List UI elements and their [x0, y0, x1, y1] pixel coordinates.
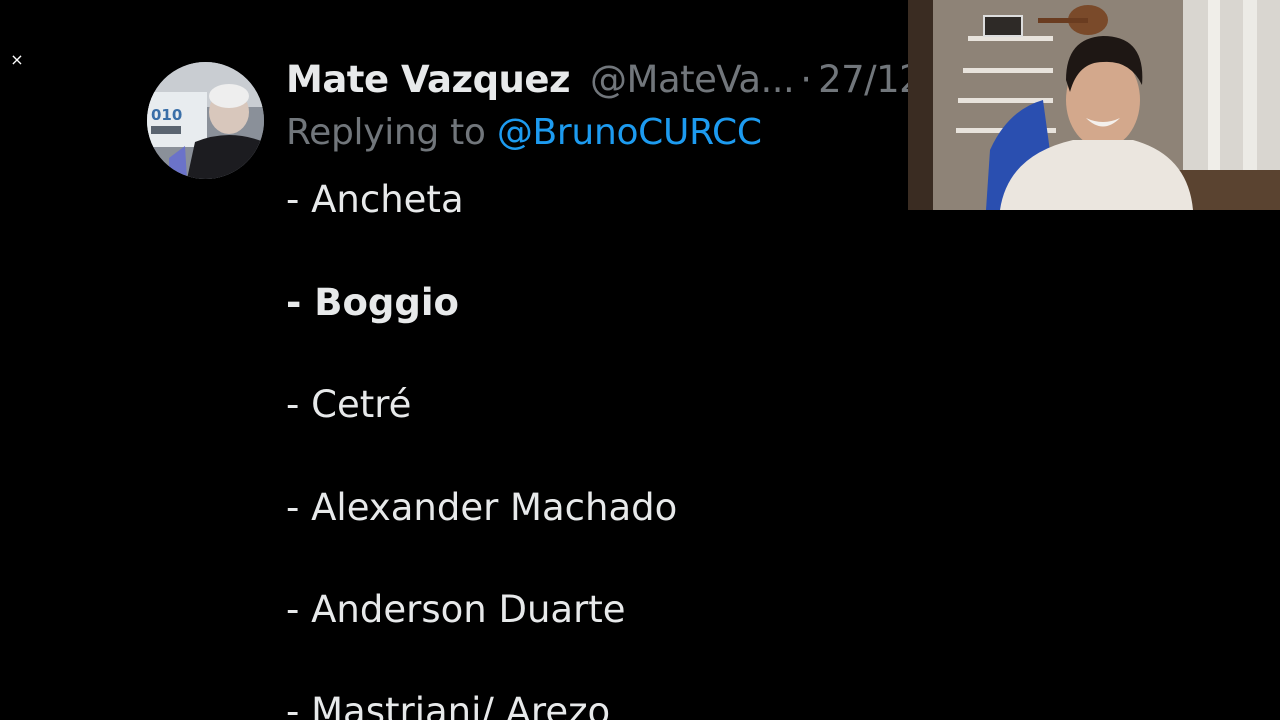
list-item: - Cetré	[286, 383, 412, 426]
list-item: - Ancheta	[286, 178, 464, 221]
separator-dot: ·	[800, 58, 813, 101]
list-item: - Mastriani/ Arezo	[286, 690, 611, 720]
avatar-photo: 010	[147, 62, 264, 179]
tweet-header: Mate Vazquez @MateVa... · 27/12	[286, 52, 908, 108]
replying-to-line: Replying to @BrunoCURCC	[286, 108, 762, 158]
tweet-date[interactable]: 27/12	[818, 52, 908, 108]
author-name[interactable]: Mate Vazquez	[286, 52, 571, 108]
author-handle[interactable]: @MateVa...	[590, 52, 795, 108]
author-avatar[interactable]: 010	[147, 62, 264, 179]
list-item: - Alexander Machado	[286, 486, 678, 529]
avatar-sign-text: 010	[151, 106, 182, 124]
webcam-overlay	[908, 0, 1280, 210]
close-icon[interactable]: ×	[9, 50, 25, 70]
webcam-video	[908, 0, 1280, 210]
list-item: - Anderson Duarte	[286, 588, 626, 631]
replying-to-label: Replying to	[286, 112, 486, 153]
list-item: - Boggio	[286, 281, 459, 324]
reply-mention-link[interactable]: @BrunoCURCC	[497, 112, 762, 153]
